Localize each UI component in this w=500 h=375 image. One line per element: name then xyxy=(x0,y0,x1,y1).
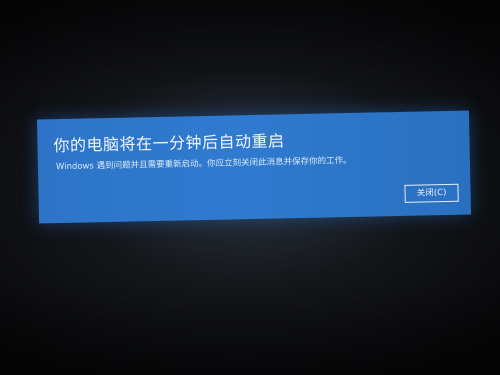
close-button[interactable]: 关闭(C) xyxy=(404,183,459,203)
restart-notification-dialog: 你的电脑将在一分钟后自动重启 Windows 遇到问题并且需要重新启动。你应立刻… xyxy=(36,110,472,224)
dialog-message: Windows 遇到问题并且需要重新启动。你应立刻关闭此消息并保存你的工作。 xyxy=(55,155,352,173)
dialog-title: 你的电脑将在一分钟后自动重启 xyxy=(53,131,285,156)
